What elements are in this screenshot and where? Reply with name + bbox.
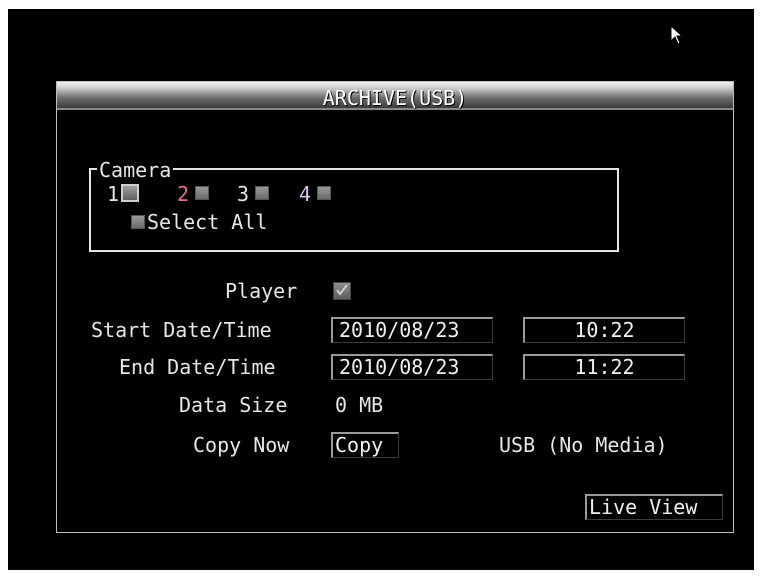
dvr-display: ARCHIVE(USB) Camera 1 2 3 4 Select All P… xyxy=(8,9,754,570)
camera-2-checkbox[interactable] xyxy=(195,186,209,200)
camera-3-label: 3 xyxy=(237,182,250,206)
start-datetime-label: Start Date/Time xyxy=(91,318,272,342)
start-date-field[interactable]: 2010/08/23 xyxy=(331,317,493,343)
camera-1-label: 1 xyxy=(107,182,120,206)
usb-status: USB (No Media) xyxy=(499,433,668,457)
end-datetime-label: End Date/Time xyxy=(119,355,276,379)
copy-button[interactable]: Copy xyxy=(331,432,399,458)
archive-dialog: ARCHIVE(USB) Camera 1 2 3 4 Select All P… xyxy=(56,81,734,533)
player-label: Player xyxy=(225,279,298,303)
live-view-button[interactable]: Live View xyxy=(585,494,723,520)
title-bar: ARCHIVE(USB) xyxy=(57,82,733,110)
copy-now-label: Copy Now xyxy=(193,433,290,457)
camera-1-checkbox[interactable] xyxy=(121,184,139,202)
data-size-value: 0 MB xyxy=(335,393,384,417)
camera-3-checkbox[interactable] xyxy=(255,186,269,200)
dialog-title: ARCHIVE(USB) xyxy=(322,86,468,110)
camera-group-legend: Camera xyxy=(97,158,174,182)
player-checkbox[interactable] xyxy=(333,282,351,300)
camera-4-label: 4 xyxy=(299,182,312,206)
camera-4-checkbox[interactable] xyxy=(317,186,331,200)
select-all-label: Select All xyxy=(147,210,268,234)
mouse-pointer-icon xyxy=(670,25,684,45)
select-all-checkbox[interactable] xyxy=(131,215,145,229)
end-date-field[interactable]: 2010/08/23 xyxy=(331,354,493,380)
camera-2-label: 2 xyxy=(177,182,190,206)
data-size-label: Data Size xyxy=(179,393,288,417)
screen: ARCHIVE(USB) Camera 1 2 3 4 Select All P… xyxy=(0,0,762,578)
camera-group: Camera 1 2 3 4 Select All xyxy=(89,158,619,252)
end-time-field[interactable]: 11:22 xyxy=(523,354,685,380)
start-time-field[interactable]: 10:22 xyxy=(523,317,685,343)
checkmark-icon xyxy=(336,284,348,296)
